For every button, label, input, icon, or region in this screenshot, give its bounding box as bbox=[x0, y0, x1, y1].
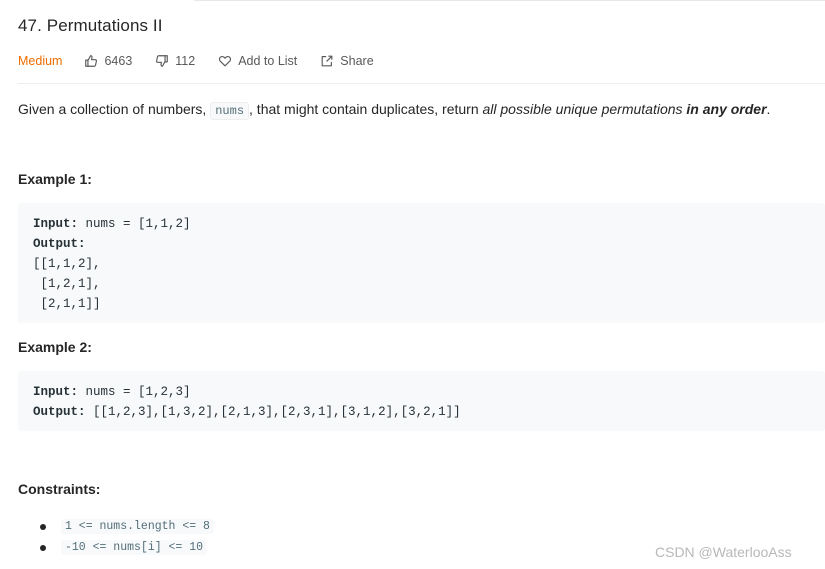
problem-title: 47. Permutations II bbox=[18, 16, 163, 35]
add-to-list-label: Add to List bbox=[238, 54, 298, 68]
add-to-list-button[interactable]: Add to List bbox=[218, 54, 297, 68]
problem-meta-bar: Medium 6463 112 Add to List Share bbox=[18, 52, 397, 70]
constraint-code: 1 <= nums.length <= 8 bbox=[61, 519, 214, 534]
example-2-heading: Example 2: bbox=[18, 339, 92, 355]
output-label: Output: bbox=[33, 405, 86, 419]
output-label: Output: bbox=[33, 237, 86, 251]
example-2-block: Input: nums = [1,2,3] Output: [[1,2,3],[… bbox=[18, 371, 825, 431]
difficulty-badge: Medium bbox=[18, 54, 63, 68]
bullet bbox=[40, 544, 46, 551]
description-text: , that might contain duplicates, return bbox=[249, 101, 483, 117]
description-text: Given a collection of numbers, bbox=[18, 101, 211, 117]
header-divider bbox=[18, 83, 825, 84]
dislike-button[interactable]: 112 bbox=[155, 54, 195, 68]
output-line: [[1,1,2], bbox=[33, 257, 101, 271]
input-value: nums = [1,2,3] bbox=[78, 385, 191, 399]
output-line: [1,2,1], bbox=[33, 277, 101, 291]
example-1-heading: Example 1: bbox=[18, 171, 92, 187]
output-line: [2,1,1]] bbox=[33, 297, 101, 311]
inline-code: nums bbox=[210, 102, 250, 120]
input-value: nums = [1,1,2] bbox=[78, 217, 191, 231]
share-icon bbox=[321, 55, 333, 67]
list-item: 1 <= nums.length <= 8 bbox=[40, 516, 214, 537]
heart-icon bbox=[219, 55, 232, 67]
like-count: 6463 bbox=[104, 54, 133, 68]
thumbs-up-icon bbox=[85, 55, 98, 67]
constraints-list: 1 <= nums.length <= 8 -10 <= nums[i] <= … bbox=[40, 516, 214, 558]
input-label: Input: bbox=[33, 385, 79, 399]
bullet bbox=[40, 523, 46, 530]
like-button[interactable]: 6463 bbox=[84, 54, 132, 68]
problem-description: Given a collection of numbers, nums, tha… bbox=[18, 100, 770, 120]
input-label: Input: bbox=[33, 217, 79, 231]
description-text: . bbox=[766, 101, 771, 117]
description-strong: in any order bbox=[686, 101, 767, 117]
constraint-code: -10 <= nums[i] <= 10 bbox=[61, 540, 208, 555]
share-label: Share bbox=[340, 54, 374, 68]
example-1-block: Input: nums = [1,1,2] Output: [[1,1,2], … bbox=[18, 203, 825, 323]
constraints-heading: Constraints: bbox=[18, 481, 101, 497]
share-button[interactable]: Share bbox=[320, 54, 374, 68]
top-divider bbox=[194, 0, 825, 1]
list-item: -10 <= nums[i] <= 10 bbox=[40, 537, 214, 558]
output-value: [[1,2,3],[1,3,2],[2,1,3],[2,3,1],[3,1,2]… bbox=[85, 405, 461, 419]
watermark: CSDN @WaterlooAss bbox=[655, 544, 792, 560]
thumbs-down-icon bbox=[156, 55, 169, 67]
dislike-count: 112 bbox=[175, 54, 196, 68]
description-emphasis: all possible unique permutations bbox=[482, 101, 683, 117]
